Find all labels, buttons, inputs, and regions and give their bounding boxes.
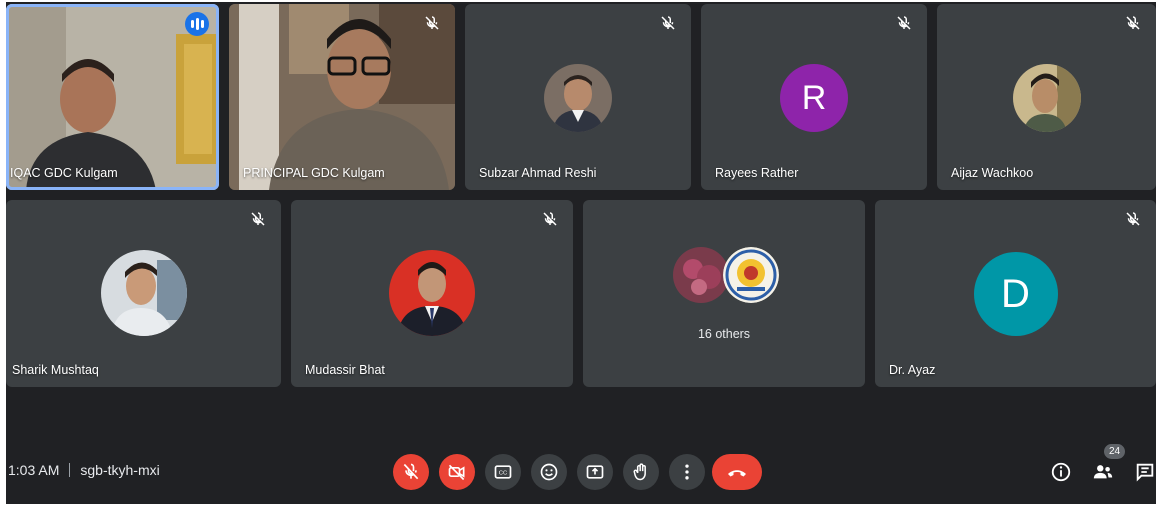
participant-avatar: D [973,252,1058,336]
mic-off-icon [251,212,265,226]
emoji-button[interactable] [531,454,567,490]
participant-tile-principal[interactable]: PRINCIPAL GDC Kulgam [229,4,455,190]
svg-text:CC: CC [499,471,507,477]
camera-toggle-button[interactable] [439,454,475,490]
participant-name: PRINCIPAL GDC Kulgam [243,166,385,180]
speaking-indicator-icon [185,12,209,36]
meeting-details-button[interactable] [1049,460,1073,484]
divider [69,463,71,477]
chat-button[interactable] [1133,460,1156,484]
raise-hand-button[interactable] [623,454,659,490]
participant-count-badge: 24 [1104,444,1126,459]
mic-off-icon [1126,16,1140,30]
camera-off-icon [448,464,465,481]
mic-off-icon [543,212,557,226]
control-bar: 1:03 AM sgb-tkyh-mxi CC 24 [6,442,1156,504]
participant-video [229,4,455,190]
captions-button[interactable]: CC [485,454,521,490]
participant-tile-rayees[interactable]: R Rayees Rather [701,4,927,190]
participant-name: Sharik Mushtaq [12,363,99,377]
meeting-code[interactable]: sgb-tkyh-mxi [80,462,159,478]
participant-name: IQAC GDC Kulgam [10,166,118,180]
emoji-icon [540,463,558,481]
more-vert-icon [685,464,689,480]
participant-avatar: R [780,64,848,132]
mic-toggle-button[interactable] [393,454,429,490]
mic-off-icon [403,463,419,480]
participant-tile-ayaz[interactable]: D Dr. Ayaz [875,200,1156,387]
participant-avatar [544,64,612,132]
participant-avatar [100,250,187,336]
hand-icon [633,463,646,481]
info-icon [1051,462,1071,482]
college-logo-icon [723,247,779,303]
participant-tile-iqac[interactable]: IQAC GDC Kulgam [6,4,219,190]
present-button[interactable] [577,454,613,490]
participant-tile-mudassir[interactable]: Mudassir Bhat [291,200,573,387]
participant-tile-subzar[interactable]: Subzar Ahmad Reshi [465,4,691,190]
mic-off-icon [425,16,439,30]
chat-icon [1136,463,1154,482]
people-icon [1093,465,1113,479]
participant-tile-others[interactable]: 16 others [583,200,865,387]
participant-name: Mudassir Bhat [305,363,385,377]
participant-tile-aijaz[interactable]: Aijaz Wachkoo [937,4,1156,190]
participant-avatar [1012,64,1081,132]
more-options-button[interactable] [669,454,705,490]
mic-off-icon [1126,212,1140,226]
leave-call-button[interactable] [712,454,762,490]
end-call-icon [728,470,746,477]
mic-off-icon [897,16,911,30]
participant-avatar [389,250,475,336]
present-icon [586,465,604,479]
participant-tile-sharik[interactable]: Sharik Mushtaq [6,200,281,387]
mic-off-icon [661,16,675,30]
participant-name: Aijaz Wachkoo [951,166,1034,180]
participant-name: Subzar Ahmad Reshi [479,166,597,180]
participant-name: Rayees Rather [715,166,799,180]
meeting-info: 1:03 AM sgb-tkyh-mxi [8,462,160,478]
participant-avatar [673,247,729,303]
meeting-time: 1:03 AM [8,462,60,478]
others-count-label: 16 others [697,327,751,341]
people-button[interactable] [1091,460,1115,484]
participant-name: Dr. Ayaz [889,363,936,377]
captions-icon: CC [494,465,512,479]
meeting-stage: IQAC GDC Kulgam PRINCIPAL GDC Kulgam Sub… [6,2,1156,504]
